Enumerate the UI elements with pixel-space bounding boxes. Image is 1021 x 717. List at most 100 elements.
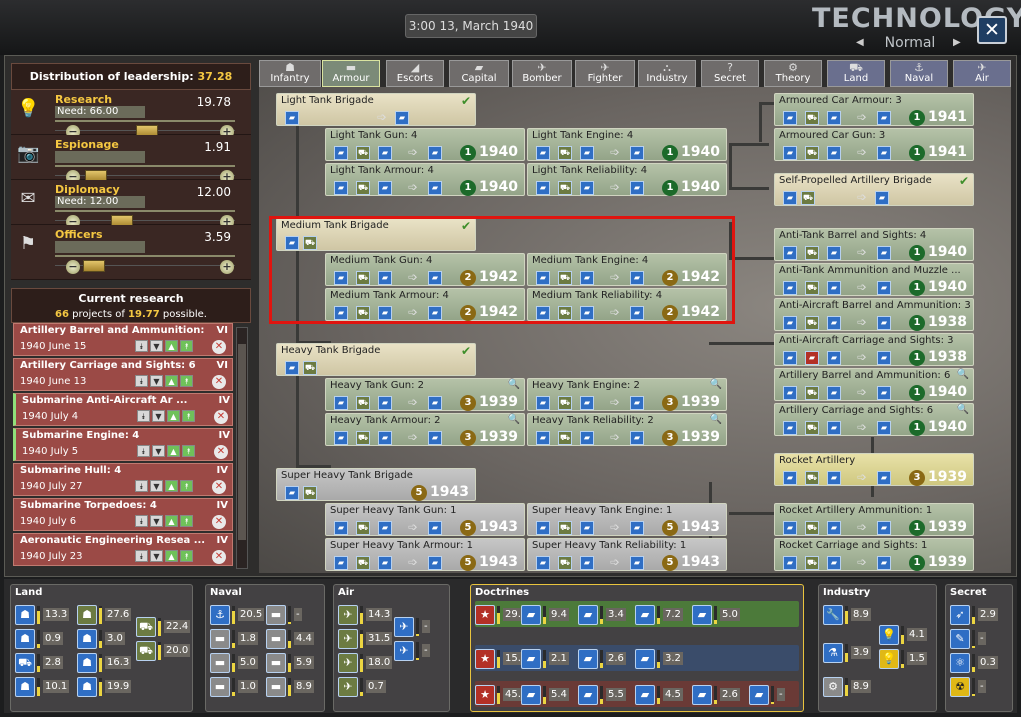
move-top-icon[interactable]: ⯭	[182, 445, 195, 457]
tech-card[interactable]: Anti-Tank Barrel and Sights: 4 ▰ ⛟ ▰ ➩ ▰ 1 1940	[774, 228, 974, 261]
tab-naval[interactable]: ⚓ Naval	[890, 60, 948, 87]
move-top-icon[interactable]: ⯭	[180, 480, 193, 492]
doctrine-stat-progress-fill	[771, 702, 774, 704]
research-queue-item[interactable]: Submarine Hull: 4 IV 1940 July 27 ⯯ ▼ ▲ ⯭ ✕	[13, 463, 233, 496]
move-down-icon[interactable]: ▼	[150, 480, 163, 492]
research-queue-item[interactable]: Artillery Barrel and Ammunition: 6 VI 1940…	[13, 323, 233, 356]
officers-increase-button[interactable]: +	[220, 260, 234, 274]
tab-land[interactable]: ⛟ Land	[827, 60, 885, 87]
move-bottom-icon[interactable]: ⯯	[135, 480, 148, 492]
tech-card-spa-brigade[interactable]: Self-Propelled Artillery Brigade ✔ ▰ ⛟ ➩ ▰	[774, 173, 974, 206]
tech-card[interactable]: Anti-Tank Ammunition and Muzzle ... ▰ ⛟ ▰ ➩ ▰…	[774, 263, 974, 296]
move-bottom-icon[interactable]: ⯯	[135, 340, 148, 352]
espionage-slider[interactable]	[55, 165, 235, 176]
tech-card[interactable]: Light Tank Armour: 4 ▰ ⛟ ▰ ➩ ▰ 1 1940	[325, 163, 525, 196]
move-top-icon[interactable]: ⯭	[180, 550, 193, 562]
cancel-research-button[interactable]: ✕	[212, 375, 226, 389]
tech-card[interactable]: Heavy Tank Gun: 2 🔍 ▰ ⛟ ▰ ➩ ▰ 3 1939	[325, 378, 525, 411]
move-bottom-icon[interactable]: ⯯	[137, 445, 150, 457]
tech-card[interactable]: Armoured Car Armour: 3 ▰ ⛟ ▰ ➩ ▰ 1 1941	[774, 93, 974, 126]
tech-card[interactable]: Armoured Car Gun: 3 ▰ ⛟ ▰ ➩ ▰ 1 1941	[774, 128, 974, 161]
tech-card[interactable]: Light Tank Reliability: 4 ▰ ⛟ ▰ ➩ ▰ 1 1940	[527, 163, 727, 196]
tech-level-badge: 1	[662, 180, 678, 196]
diplomacy-slider[interactable]	[55, 210, 235, 221]
arrow-icon: ➩	[857, 245, 868, 259]
tech-card[interactable]: Super Heavy Tank Gun: 1 ▰ ⛟ ▰ ➩ ▰ 5 1943	[325, 503, 525, 536]
tab-secret[interactable]: ? Secret	[701, 60, 759, 87]
research-queue-item[interactable]: Submarine Torpedoes: 4 IV 1940 July 6 ⯯ ▼ ▲ ⯭ ✕	[13, 498, 233, 531]
tech-level-badge: 5	[411, 485, 427, 501]
move-up-icon[interactable]: ▲	[167, 445, 180, 457]
tab-escorts[interactable]: ◢ Escorts	[386, 60, 444, 87]
move-down-icon[interactable]: ▼	[150, 550, 163, 562]
move-down-icon[interactable]: ▼	[152, 445, 165, 457]
land-stat-value: 0.9	[43, 632, 63, 645]
move-up-icon[interactable]: ▲	[167, 410, 180, 422]
move-down-icon[interactable]: ▼	[150, 375, 163, 387]
move-bottom-icon[interactable]: ⯯	[135, 515, 148, 527]
move-top-icon[interactable]: ⯭	[182, 410, 195, 422]
move-bottom-icon[interactable]: ⯯	[137, 410, 150, 422]
cancel-research-button[interactable]: ✕	[214, 410, 228, 424]
research-queue-item[interactable]: Artillery Carriage and Sights: 6 VI 1940 J…	[13, 358, 233, 391]
tech-card[interactable]: Anti-Aircraft Carriage and Sights: 3 ▰ ▰ ▰ ➩…	[774, 333, 974, 366]
move-top-icon[interactable]: ⯭	[180, 340, 193, 352]
move-top-icon[interactable]: ⯭	[180, 515, 193, 527]
move-up-icon[interactable]: ▲	[165, 480, 178, 492]
move-up-icon[interactable]: ▲	[165, 340, 178, 352]
cancel-research-button[interactable]: ✕	[212, 340, 226, 354]
difficulty-next-icon[interactable]: ▶	[953, 37, 961, 48]
tech-card-light-brigade[interactable]: Light Tank Brigade ✔ ▰ ➩ ▰	[276, 93, 476, 126]
move-down-icon[interactable]: ▼	[150, 340, 163, 352]
move-bottom-icon[interactable]: ⯯	[135, 550, 148, 562]
air-stat-progress	[416, 618, 419, 636]
tech-card[interactable]: Light Tank Engine: 4 ▰ ⛟ ▰ ➩ ▰ 1 1940	[527, 128, 727, 161]
tech-card[interactable]: Heavy Tank Armour: 2 🔍 ▰ ⛟ ▰ ➩ ▰ 3 1939	[325, 413, 525, 446]
tab-fighter[interactable]: ✈ Fighter	[575, 60, 635, 87]
officers-slider[interactable]	[55, 255, 235, 266]
research-queue-item[interactable]: Submarine Anti-Aircraft Ar ... IV 1940 Jul…	[13, 393, 233, 426]
difficulty-prev-icon[interactable]: ◀	[856, 37, 864, 48]
move-down-icon[interactable]: ▼	[152, 410, 165, 422]
officers-slider-handle[interactable]	[83, 260, 105, 272]
tech-card[interactable]: Heavy Tank Reliability: 2 🔍 ▰ ⛟ ▰ ➩ ▰ 3 1939	[527, 413, 727, 446]
tech-card[interactable]: Super Heavy Tank Armour: 1 ▰ ⛟ ▰ ➩ ▰ 5 1943	[325, 538, 525, 571]
move-up-icon[interactable]: ▲	[165, 515, 178, 527]
close-button[interactable]: ✕	[977, 16, 1007, 44]
tech-card[interactable]: Artillery Carriage and Sights: 6 🔍 ▰ ⛟ ▰ ➩ ▰ 1 1…	[774, 403, 974, 436]
tech-card-heavy-brigade[interactable]: Heavy Tank Brigade ✔ ▰ ⛟	[276, 343, 476, 376]
tech-card[interactable]: Anti-Aircraft Barrel and Ammunition: 3 ▰ ⛟…	[774, 298, 974, 331]
tech-card[interactable]: Rocket Carriage and Sights: 1 ▰ ⛟ ▰ ➩ ▰ 1 1939	[774, 538, 974, 571]
tab-theory[interactable]: ⚙ Theory	[764, 60, 822, 87]
requirement-icon: ▰	[827, 471, 841, 485]
officers-decrease-button[interactable]: −	[66, 260, 80, 274]
tab-air[interactable]: ✈ Air	[953, 60, 1011, 87]
move-down-icon[interactable]: ▼	[150, 515, 163, 527]
requirement-icon: ▰	[378, 396, 392, 410]
tech-card[interactable]: Artillery Barrel and Ammunition: 6 🔍 ▰ ⛟ ▰ ➩ ▰…	[774, 368, 974, 401]
tech-card[interactable]: Rocket Artillery Ammunition: 1 ▰ ⛟ ▰ ➩ ▰ 1 1939	[774, 503, 974, 536]
cancel-research-button[interactable]: ✕	[212, 480, 226, 494]
research-queue-item[interactable]: Aeronautic Engineering Resea ... IV 1940 J…	[13, 533, 233, 566]
cancel-research-button[interactable]: ✕	[212, 515, 226, 529]
tab-capital[interactable]: ▰ Capital	[449, 60, 509, 87]
move-up-icon[interactable]: ▲	[165, 375, 178, 387]
tab-infantry[interactable]: ☗ Infantry	[259, 60, 321, 87]
doctrines-section: Doctrines ★ 29.1 ▰ 9.4 ▰ 3.4 ▰ 7.2 ▰ 5.0 ★ 15.1 ▰ 2.1 ▰…	[470, 584, 804, 712]
tab-armour[interactable]: ▬ Armour	[322, 60, 380, 87]
queue-scrollbar-thumb[interactable]	[238, 344, 246, 540]
tab-bomber[interactable]: ✈ Bomber	[512, 60, 572, 87]
cancel-research-button[interactable]: ✕	[214, 445, 228, 459]
tech-card[interactable]: Super Heavy Tank Engine: 1 ▰ ⛟ ▰ ➩ ▰ 5 1943	[527, 503, 727, 536]
move-top-icon[interactable]: ⯭	[180, 375, 193, 387]
tech-card[interactable]: Super Heavy Tank Reliability: 1 ▰ ⛟ ▰ ➩ ▰ 5 194…	[527, 538, 727, 571]
tech-card[interactable]: Rocket Artillery ▰ ⛟ ▰ ➩ ▰ 3 1939	[774, 453, 974, 486]
tech-card[interactable]: Light Tank Gun: 4 ▰ ⛟ ▰ ➩ ▰ 1 1940	[325, 128, 525, 161]
research-queue-item[interactable]: Submarine Engine: 4 IV 1940 July 5 ⯯ ▼ ▲ ⯭ ✕	[13, 428, 233, 461]
tech-card-superheavy-brigade[interactable]: Super Heavy Tank Brigade ▰ ⛟ 5 1943	[276, 468, 476, 501]
move-up-icon[interactable]: ▲	[165, 550, 178, 562]
tech-card[interactable]: Heavy Tank Engine: 2 🔍 ▰ ⛟ ▰ ➩ ▰ 3 1939	[527, 378, 727, 411]
tab-industry[interactable]: ⛬ Industry	[638, 60, 696, 87]
cancel-research-button[interactable]: ✕	[212, 550, 226, 564]
move-bottom-icon[interactable]: ⯯	[135, 375, 148, 387]
